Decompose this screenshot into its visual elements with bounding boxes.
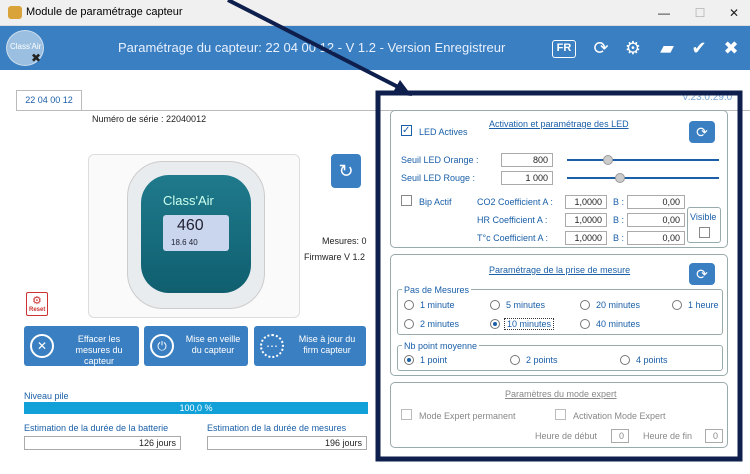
led-section-title: Activation et paramétrage des LED (489, 119, 629, 129)
visible-group: Visible (687, 207, 721, 243)
end-hour-label: Heure de fin (643, 431, 693, 441)
bip-checkbox[interactable] (401, 195, 412, 206)
avg-2pt-label: 2 points (526, 355, 558, 365)
hr-coeff-label: HR Coefficient A : (477, 215, 548, 225)
temp-coeff-label: T°c Coefficient A : (477, 233, 548, 243)
step-40min-radio[interactable] (580, 319, 590, 329)
step-5min-radio[interactable] (490, 300, 500, 310)
temp-coeff-a-input[interactable]: 1,0000 (565, 231, 607, 245)
start-hour-input[interactable]: 0 (611, 429, 629, 443)
expert-permanent-label: Mode Expert permanent (419, 411, 516, 421)
measure-section-title: Paramétrage de la prise de mesure (489, 265, 631, 275)
orange-slider[interactable] (567, 155, 719, 165)
step-10min-radio[interactable] (490, 319, 500, 329)
measure-settings-group: Paramétrage de la prise de mesure ⟳ Pas … (390, 254, 728, 376)
step-10min-label: 10 minutes (504, 318, 555, 330)
led-active-checkbox[interactable]: ✓ (401, 125, 412, 136)
expert-activation-checkbox[interactable] (555, 409, 566, 420)
red-slider[interactable] (567, 173, 719, 183)
avg-4pt-radio[interactable] (620, 355, 630, 365)
temp-coeff-b-label: B : (613, 233, 625, 243)
end-hour-input[interactable]: 0 (705, 429, 723, 443)
co2-coeff-b-label: B : (613, 197, 625, 207)
step-20min-label: 20 minutes (596, 300, 641, 310)
step-group: Pas de Mesures 1 minute 5 minutes 20 min… (397, 285, 723, 335)
step-1min-label: 1 minute (420, 300, 455, 310)
expert-permanent-checkbox[interactable] (401, 409, 412, 420)
avg-4pt-label: 4 points (636, 355, 668, 365)
red-threshold-label: Seuil LED Rouge : (401, 173, 476, 183)
orange-slider-thumb[interactable] (603, 155, 613, 165)
co2-coeff-label: CO2 Coefficient A : (477, 197, 553, 207)
red-slider-thumb[interactable] (615, 173, 625, 183)
hr-coeff-b-label: B : (613, 215, 625, 225)
bip-label: Bip Actif (419, 197, 452, 207)
measure-reset-button[interactable]: ⟳ (689, 263, 715, 285)
step-1min-radio[interactable] (404, 300, 414, 310)
expert-activation-label: Activation Mode Expert (573, 411, 666, 421)
avg-1pt-radio[interactable] (404, 355, 414, 365)
step-legend: Pas de Mesures (402, 285, 472, 295)
led-active-label: LED Actives (419, 127, 468, 137)
orange-threshold-input[interactable]: 800 (501, 153, 553, 167)
start-hour-label: Heure de début (535, 431, 598, 441)
avg-1pt-label: 1 point (420, 355, 448, 365)
expert-settings-group: Paramètres du mode expert Mode Expert pe… (390, 382, 728, 448)
avg-legend: Nb point moyenne (402, 341, 480, 351)
led-reset-button[interactable]: ⟳ (689, 121, 715, 143)
step-40min-label: 40 minutes (596, 319, 641, 329)
step-2min-label: 2 minutes (420, 319, 460, 329)
red-threshold-input[interactable]: 1 000 (501, 171, 553, 185)
step-5min-label: 5 minutes (506, 300, 546, 310)
step-1h-label: 1 heure (688, 300, 719, 310)
step-1h-radio[interactable] (672, 300, 682, 310)
expert-section-title: Paramètres du mode expert (505, 389, 617, 399)
visible-label: Visible (690, 212, 717, 222)
temp-coeff-b-input[interactable]: 0,00 (627, 231, 685, 245)
avg-group: Nb point moyenne 1 point 2 points 4 poin… (397, 341, 723, 371)
hr-coeff-b-input[interactable]: 0,00 (627, 213, 685, 227)
co2-coeff-b-input[interactable]: 0,00 (627, 195, 685, 209)
co2-coeff-a-input[interactable]: 1,0000 (565, 195, 607, 209)
visible-checkbox[interactable] (699, 227, 710, 238)
led-settings-group: Activation et paramétrage des LED ⟳ ✓ LE… (390, 110, 728, 248)
step-2min-radio[interactable] (404, 319, 414, 329)
step-20min-radio[interactable] (580, 300, 590, 310)
hr-coeff-a-input[interactable]: 1,0000 (565, 213, 607, 227)
avg-2pt-radio[interactable] (510, 355, 520, 365)
orange-threshold-label: Seuil LED Orange : (401, 155, 479, 165)
